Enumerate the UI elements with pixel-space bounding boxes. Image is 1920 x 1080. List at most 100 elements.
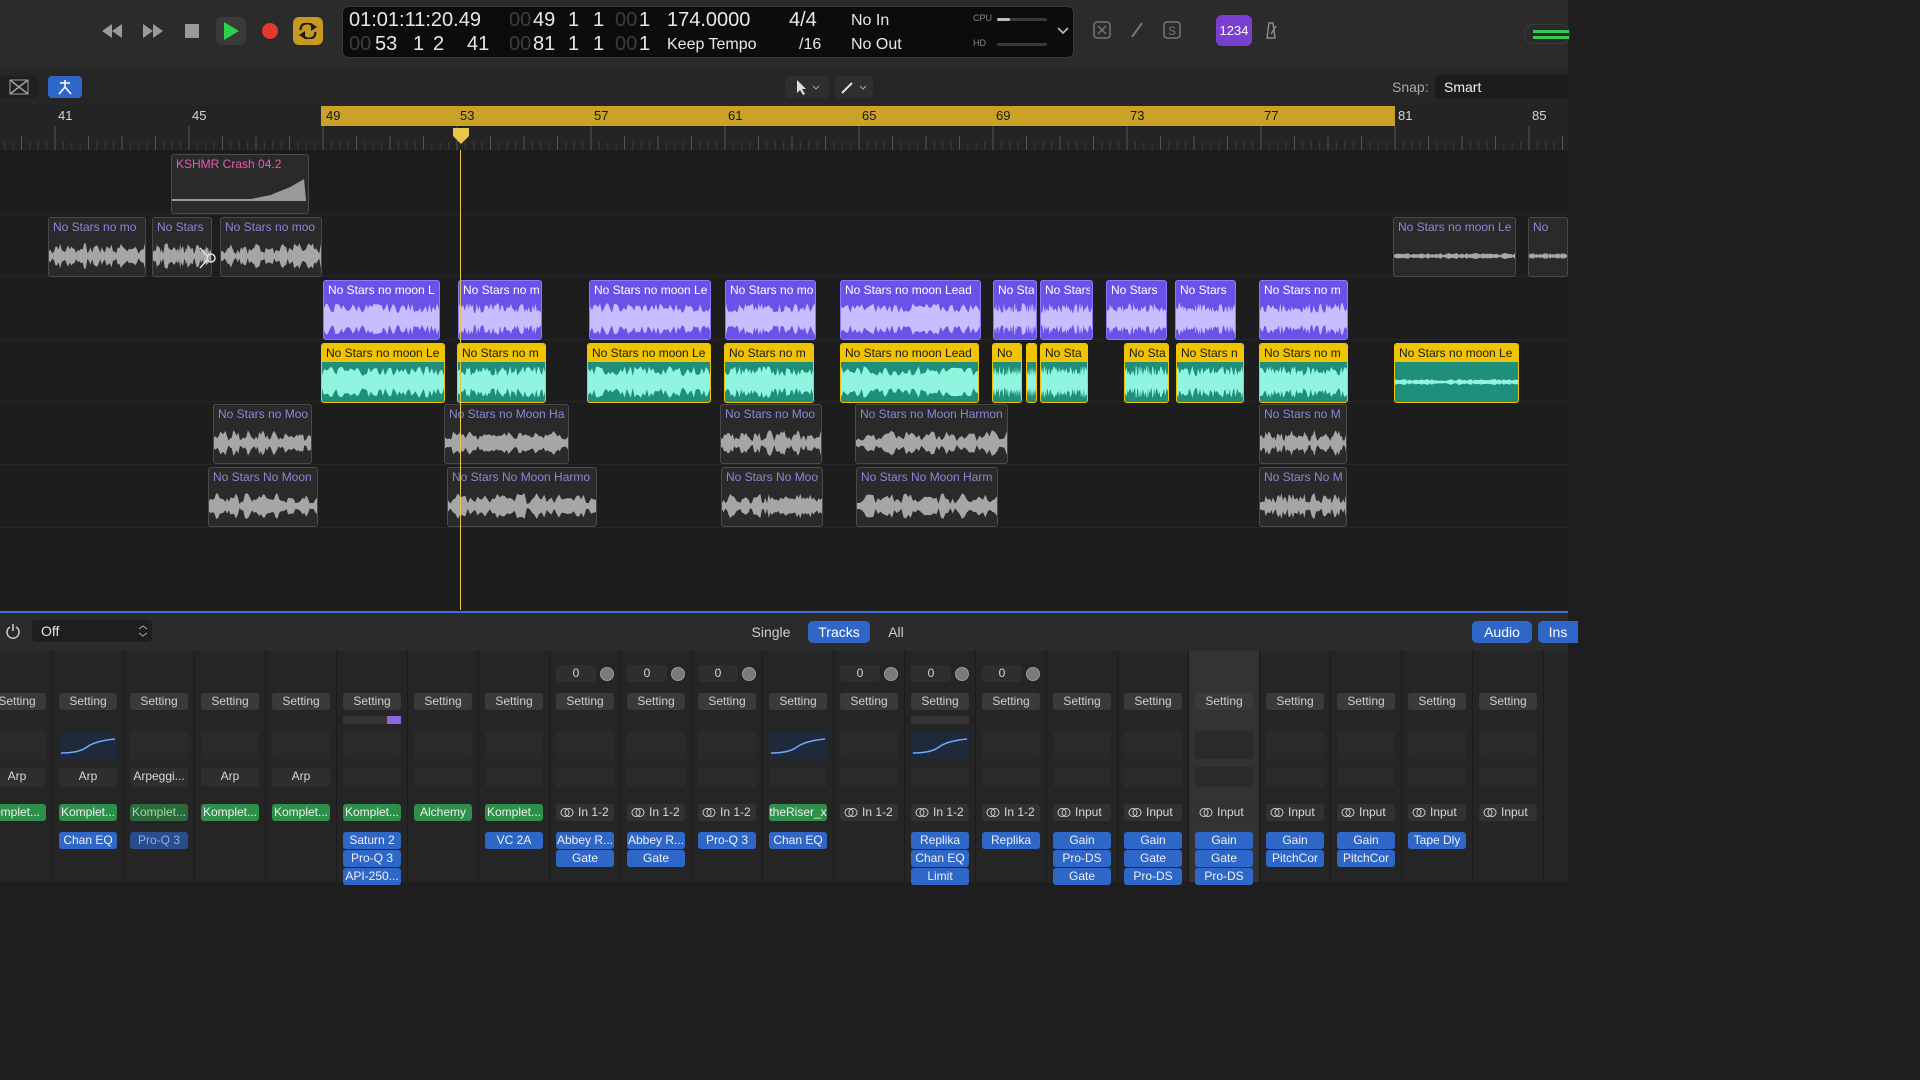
setting-button[interactable]: Setting bbox=[201, 693, 259, 710]
setting-button[interactable]: Setting bbox=[414, 693, 472, 710]
audio-region[interactable]: No bbox=[1528, 217, 1568, 277]
setting-button[interactable]: Setting bbox=[627, 693, 685, 710]
input-slot[interactable]: In 1-2 bbox=[556, 804, 614, 821]
insert-slot[interactable]: API-250... bbox=[343, 868, 401, 885]
input-slot[interactable]: Alchemy bbox=[414, 804, 472, 821]
setting-button[interactable]: Setting bbox=[1337, 693, 1395, 710]
audio-region[interactable]: No Stars no m bbox=[724, 343, 814, 403]
audio-region[interactable]: No Stars no m bbox=[1259, 343, 1348, 403]
view-single-button[interactable]: Single bbox=[744, 621, 798, 643]
audio-region[interactable]: No Stars n bbox=[1176, 343, 1244, 403]
audio-region[interactable]: No Stars no moon Lead bbox=[840, 343, 979, 403]
audio-region[interactable]: No Stars no moon Le bbox=[589, 280, 711, 340]
setting-button[interactable]: Setting bbox=[840, 693, 898, 710]
metronome-button[interactable] bbox=[1262, 21, 1280, 44]
insert-slot[interactable]: Pro-DS bbox=[1124, 868, 1182, 885]
audio-region[interactable]: No bbox=[992, 343, 1022, 403]
pan-knob[interactable] bbox=[1026, 667, 1040, 681]
setting-button[interactable]: Setting bbox=[1195, 693, 1253, 710]
input-slot[interactable]: In 1-2 bbox=[911, 804, 969, 821]
input-slot[interactable]: In 1-2 bbox=[698, 804, 756, 821]
cycle-button[interactable] bbox=[293, 17, 323, 45]
insert-slot[interactable]: Gate bbox=[556, 850, 614, 867]
audio-region[interactable]: No Stars bbox=[1040, 280, 1093, 340]
input-slot[interactable]: Input bbox=[1124, 804, 1182, 821]
midi-fx-slot[interactable] bbox=[769, 767, 827, 787]
insert-slot[interactable]: Chan EQ bbox=[911, 850, 969, 867]
audio-region[interactable]: No Stars no moon Lead bbox=[840, 280, 981, 340]
midi-fx-slot[interactable] bbox=[343, 767, 401, 787]
bar-ruler[interactable]: 41 45 49 53 57 61 65 69 73 77 81 85 bbox=[0, 106, 1568, 151]
audio-region[interactable]: No Stars no Moo bbox=[720, 404, 822, 464]
power-icon[interactable] bbox=[5, 623, 21, 639]
setting-button[interactable]: Setting bbox=[130, 693, 188, 710]
automation-button[interactable] bbox=[0, 76, 38, 98]
insert-slot[interactable]: Abbey R... bbox=[627, 832, 685, 849]
input-slot[interactable]: Komplet... bbox=[485, 804, 543, 821]
record-button[interactable] bbox=[255, 17, 285, 45]
input-slot[interactable]: Input bbox=[1337, 804, 1395, 821]
setting-button[interactable]: Setting bbox=[343, 693, 401, 710]
eq-thumbnail[interactable] bbox=[1408, 731, 1466, 759]
midi-fx-slot[interactable] bbox=[840, 767, 898, 787]
midi-fx-button[interactable]: Arpeggi... bbox=[130, 768, 188, 785]
eq-thumbnail[interactable] bbox=[0, 731, 46, 759]
audio-region[interactable]: No Stars no moo bbox=[220, 217, 322, 277]
eq-thumbnail[interactable] bbox=[698, 731, 756, 759]
stop-button[interactable] bbox=[177, 17, 207, 45]
audio-region[interactable]: No Stars bbox=[1106, 280, 1167, 340]
gain-value[interactable]: 0 bbox=[911, 665, 951, 682]
input-slot[interactable]: In 1-2 bbox=[982, 804, 1040, 821]
eq-thumbnail[interactable] bbox=[982, 731, 1040, 759]
audio-region[interactable]: No Stars no moon Le bbox=[321, 343, 445, 403]
midi-fx-slot[interactable] bbox=[485, 767, 543, 787]
rewind-button[interactable] bbox=[97, 17, 127, 45]
audio-region[interactable]: No Stars no M bbox=[1259, 404, 1347, 464]
eq-thumbnail[interactable] bbox=[130, 731, 188, 759]
midi-fx-slot[interactable] bbox=[982, 767, 1040, 787]
audio-region[interactable]: No Stars no m bbox=[1259, 280, 1348, 340]
audio-region[interactable]: No Stars no mo bbox=[48, 217, 146, 277]
insert-slot[interactable]: Chan EQ bbox=[769, 832, 827, 849]
insert-slot[interactable]: Chan EQ bbox=[59, 832, 117, 849]
audio-region[interactable]: No Stars No Moo bbox=[721, 467, 823, 527]
audio-filter-button[interactable]: Audio bbox=[1472, 621, 1532, 643]
view-tracks-button[interactable]: Tracks bbox=[808, 621, 870, 643]
eq-thumbnail[interactable] bbox=[485, 731, 543, 759]
insert-slot[interactable]: Pro-Q 3 bbox=[343, 850, 401, 867]
input-slot[interactable]: Komplet... bbox=[201, 804, 259, 821]
input-slot[interactable]: theRiser_x bbox=[769, 804, 827, 821]
gain-value[interactable]: 0 bbox=[982, 665, 1022, 682]
audio-region[interactable]: No Stars no m bbox=[457, 343, 546, 403]
setting-button[interactable]: Setting bbox=[698, 693, 756, 710]
midi-fx-slot[interactable] bbox=[911, 767, 969, 787]
eq-thumbnail[interactable] bbox=[769, 731, 827, 759]
input-slot[interactable]: Input bbox=[1408, 804, 1466, 821]
input-slot[interactable]: Input bbox=[1053, 804, 1111, 821]
midi-fx-slot[interactable] bbox=[1408, 767, 1466, 787]
setting-button[interactable]: Setting bbox=[59, 693, 117, 710]
audio-region[interactable]: No Stars no Moon Ha bbox=[444, 404, 569, 464]
audio-region[interactable]: No Stars no Moo bbox=[213, 404, 312, 464]
pan-knob[interactable] bbox=[884, 667, 898, 681]
input-slot[interactable]: Komplet... bbox=[59, 804, 117, 821]
play-button[interactable] bbox=[216, 17, 246, 45]
tracks-area[interactable]: KSHMR Crash 04.2 No Stars no mo No Stars… bbox=[0, 150, 1568, 610]
insert-slot[interactable]: PitchCor bbox=[1337, 850, 1395, 867]
setting-button[interactable]: Setting bbox=[769, 693, 827, 710]
audio-region[interactable]: No Stars no moon L bbox=[323, 280, 440, 340]
insert-slot[interactable]: Pro-DS bbox=[1195, 868, 1253, 885]
audio-region[interactable]: No Sta bbox=[993, 280, 1037, 340]
audio-region[interactable]: No Stars no moon Le bbox=[1393, 217, 1516, 277]
insert-slot[interactable]: Gain bbox=[1337, 832, 1395, 849]
audio-region[interactable]: No Stars bbox=[1175, 280, 1236, 340]
midi-fx-slot[interactable] bbox=[414, 767, 472, 787]
eq-thumbnail[interactable] bbox=[1053, 731, 1111, 759]
solo-button[interactable]: S bbox=[1163, 21, 1181, 44]
midi-fx-button[interactable]: Arp bbox=[59, 768, 117, 785]
setting-button[interactable]: Setting bbox=[272, 693, 330, 710]
lcd-display[interactable]: 01:01:11:20.49 00 49 1 1 00 1 174.0000 4… bbox=[342, 6, 1074, 58]
audio-region[interactable]: No Stars No M bbox=[1259, 467, 1347, 527]
group-select[interactable]: Off bbox=[32, 620, 152, 642]
insert-slot[interactable]: Gain bbox=[1124, 832, 1182, 849]
